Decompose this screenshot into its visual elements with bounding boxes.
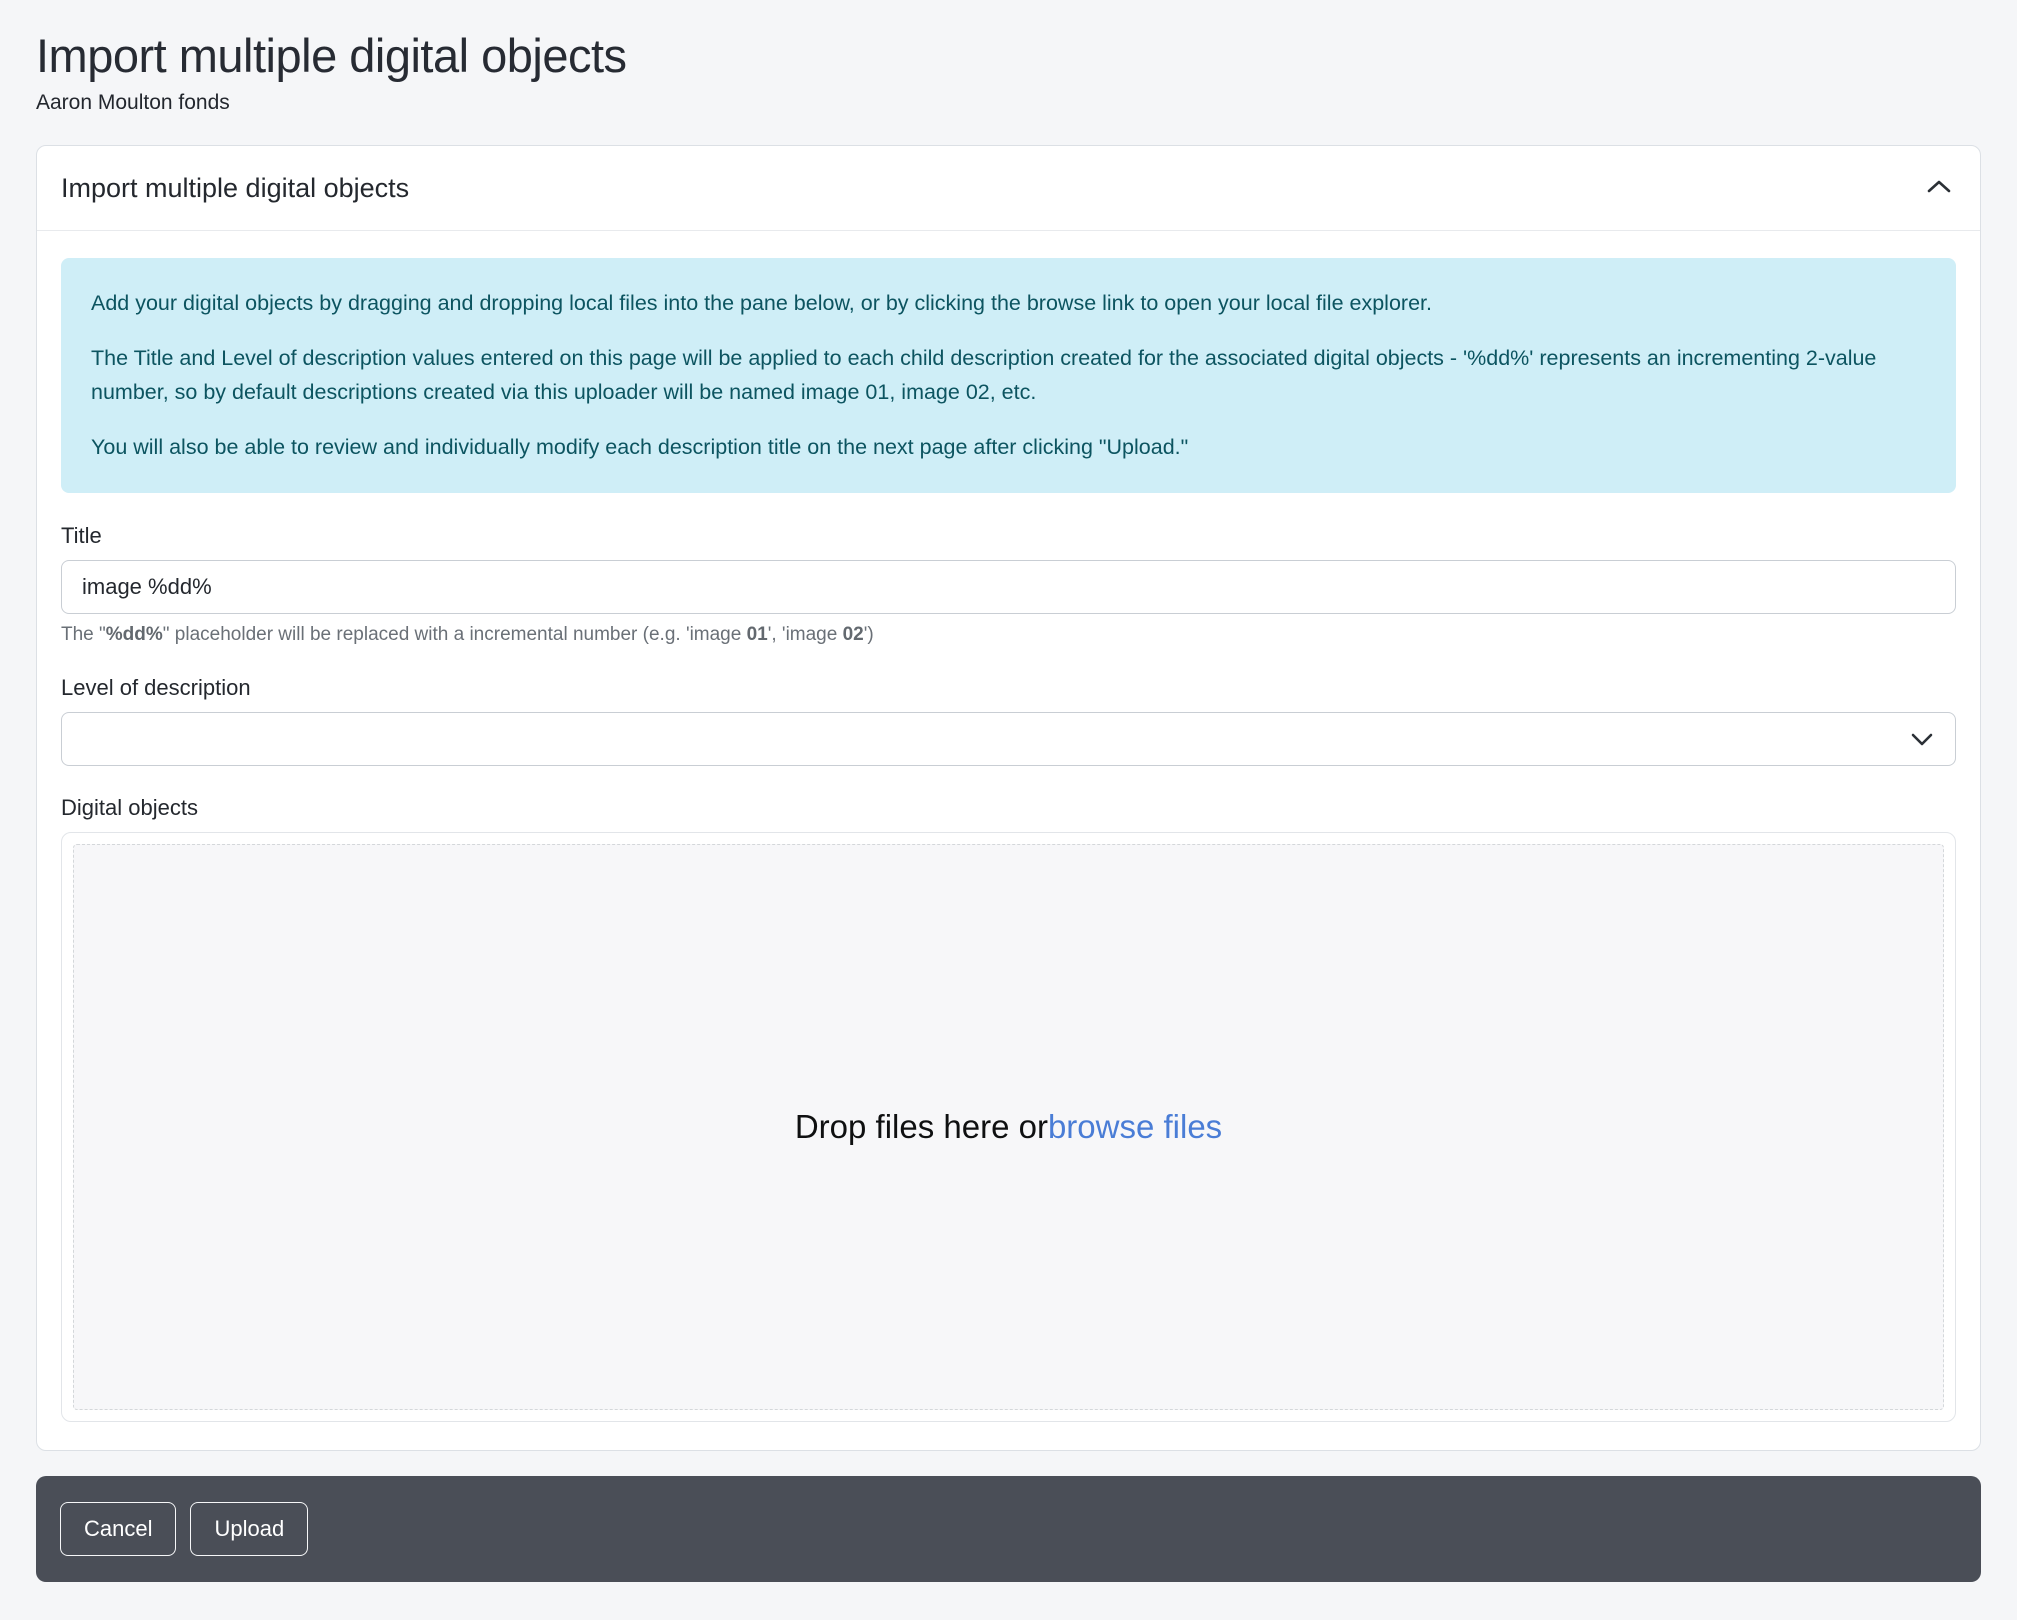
chevron-up-icon[interactable] [1924,173,1954,204]
file-dropzone[interactable]: Drop files here or browse files [73,844,1944,1410]
upload-button[interactable]: Upload [190,1502,308,1556]
title-help-text: The "%dd%" placeholder will be replaced … [61,624,1956,646]
title-label: Title [61,523,1956,549]
panel-header-title: Import multiple digital objects [61,173,409,204]
browse-files-link[interactable]: browse files [1048,1108,1222,1146]
level-of-description-field-group: Level of description [61,675,1956,766]
title-input[interactable] [61,560,1956,614]
digital-objects-label: Digital objects [61,795,1956,821]
level-of-description-label: Level of description [61,675,1956,701]
panel-body: Add your digital objects by dragging and… [37,231,1980,1450]
digital-objects-field-group: Digital objects Drop files here or brows… [61,795,1956,1422]
page-title: Import multiple digital objects [36,28,1981,83]
info-alert-paragraph: Add your digital objects by dragging and… [91,287,1926,320]
chevron-down-icon [1908,728,1936,756]
dropzone-text: Drop files here or [795,1108,1048,1146]
info-alert-paragraph: You will also be able to review and indi… [91,431,1926,464]
import-panel: Import multiple digital objects Add your… [36,145,1981,1451]
title-field-group: Title The "%dd%" placeholder will be rep… [61,523,1956,646]
level-of-description-select[interactable] [61,712,1956,766]
info-alert: Add your digital objects by dragging and… [61,258,1956,493]
dropzone-container: Drop files here or browse files [61,832,1956,1422]
page: Import multiple digital objects Aaron Mo… [0,0,2017,1582]
page-subtitle: Aaron Moulton fonds [36,91,1981,115]
info-alert-paragraph: The Title and Level of description value… [91,342,1926,409]
panel-header-toggle[interactable]: Import multiple digital objects [37,146,1980,231]
cancel-button[interactable]: Cancel [60,1502,176,1556]
actions-bar: Cancel Upload [36,1476,1981,1582]
